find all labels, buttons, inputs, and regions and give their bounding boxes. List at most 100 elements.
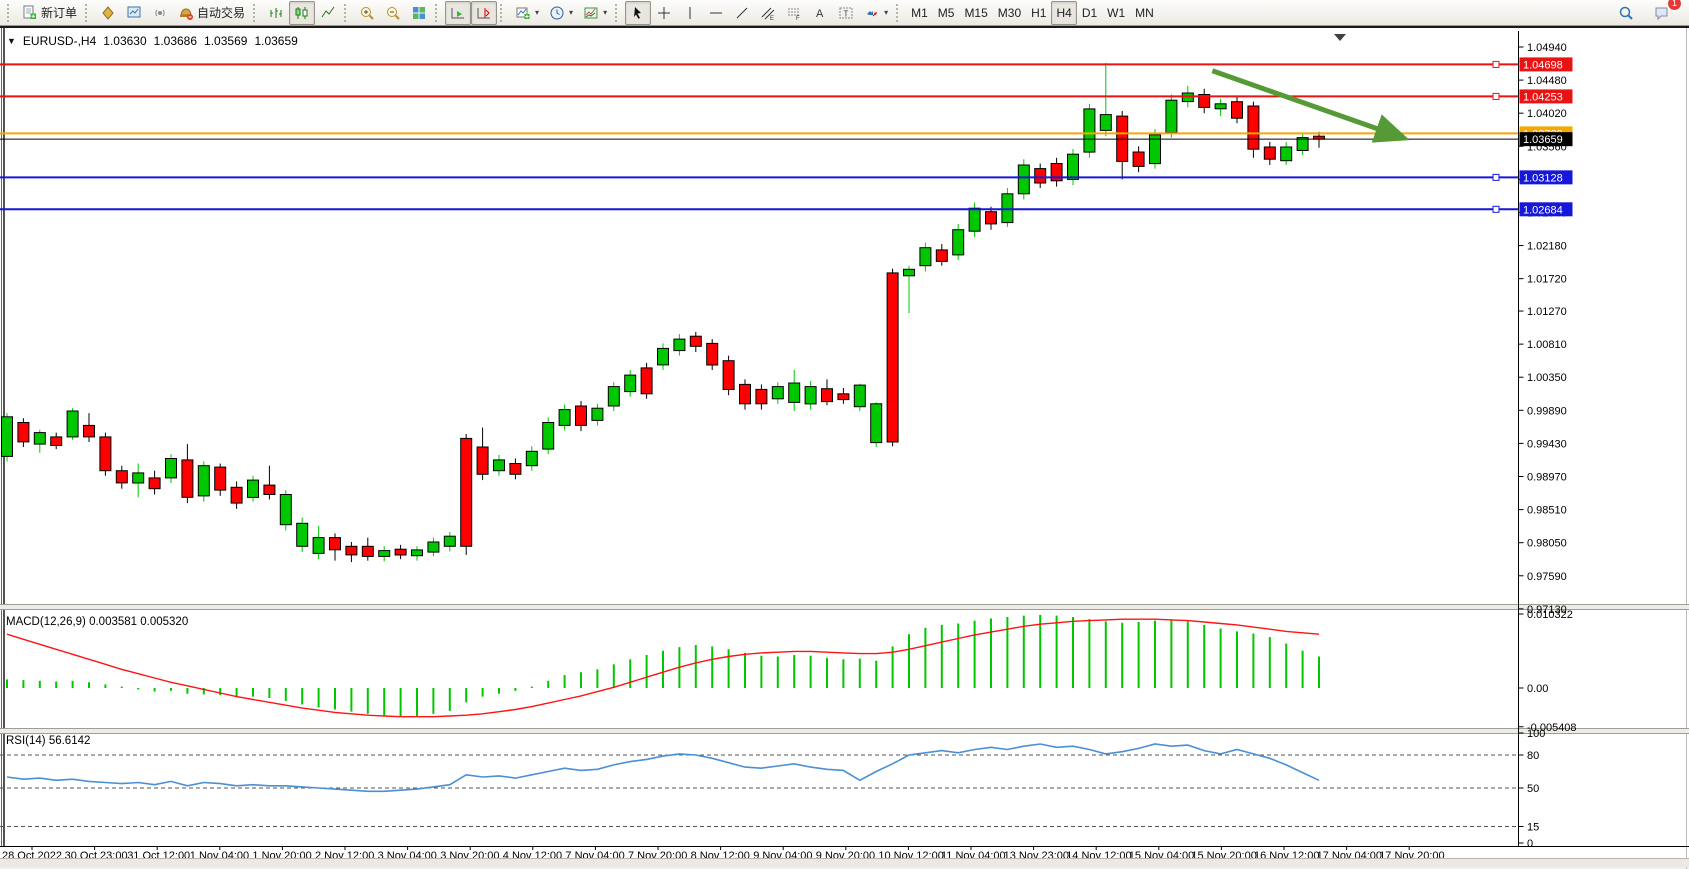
text-label-icon: T	[838, 5, 854, 21]
levels-layer[interactable]	[0, 61, 1519, 212]
level-marker[interactable]	[1493, 61, 1499, 67]
candles-layer	[2, 63, 1325, 562]
chart-candles-icon	[294, 5, 310, 21]
tf-d1-button[interactable]: D1	[1077, 1, 1102, 25]
tf-m5-button[interactable]: M5	[933, 1, 960, 25]
toolbar-grip	[435, 4, 442, 22]
rsi-tick-label: 0	[1527, 838, 1533, 850]
tf-h1-button[interactable]: H1	[1026, 1, 1051, 25]
periods-clock-icon	[549, 5, 565, 21]
candle	[559, 410, 570, 426]
macd-tick-label: 0.010322	[1527, 609, 1573, 621]
candlestick-chart-button[interactable]	[289, 1, 315, 25]
level-marker[interactable]	[1493, 174, 1499, 180]
horizontal-line-button[interactable]	[703, 1, 729, 25]
candle	[1215, 104, 1226, 109]
zoom-out-button[interactable]	[380, 1, 406, 25]
tf-d1-label: D1	[1082, 6, 1097, 20]
signals-button[interactable]	[147, 1, 173, 25]
tf-m15-button[interactable]: M15	[959, 1, 992, 25]
channel-icon: E	[760, 5, 776, 21]
bars-chart-button[interactable]	[263, 1, 289, 25]
candle	[461, 438, 472, 546]
search-button[interactable]	[1613, 1, 1639, 25]
text-button[interactable]: A	[807, 1, 833, 25]
auto-scroll-button[interactable]	[445, 1, 471, 25]
text-label-button[interactable]: T	[833, 1, 859, 25]
autotrading-button[interactable]: 自动交易	[173, 1, 250, 25]
candle	[592, 408, 603, 420]
trendline-icon	[734, 5, 750, 21]
candle	[1264, 147, 1275, 159]
signal-icon	[152, 5, 168, 21]
tf-m1-button[interactable]: M1	[906, 1, 933, 25]
candle	[477, 447, 488, 474]
price-axis[interactable]: 1.049401.044801.040201.035601.031001.026…	[1519, 31, 1577, 850]
zoom-out-icon	[385, 5, 401, 21]
trendline-button[interactable]	[729, 1, 755, 25]
candle	[280, 495, 291, 525]
zoom-in-button[interactable]	[354, 1, 380, 25]
search-icon	[1618, 5, 1634, 21]
price-tick-label: 0.97590	[1527, 571, 1567, 583]
new-chart-dropdown-arrow[interactable]: ▾	[535, 8, 539, 17]
fibonacci-icon: F	[786, 5, 802, 21]
candle	[936, 250, 947, 262]
line-chart-button[interactable]	[315, 1, 341, 25]
tf-mn-button[interactable]: MN	[1130, 1, 1159, 25]
candle	[543, 423, 554, 450]
tf-m15-label: M15	[964, 6, 987, 20]
tf-mn-label: MN	[1135, 6, 1154, 20]
metaeditor-button[interactable]	[95, 1, 121, 25]
new-order-button[interactable]: 新订单	[17, 1, 82, 25]
tile-windows-button[interactable]	[406, 1, 432, 25]
candle	[1018, 165, 1029, 194]
candle	[231, 487, 242, 503]
vertical-line-button[interactable]	[677, 1, 703, 25]
price-tick-label: 1.04940	[1527, 42, 1567, 54]
rsi-tick-label: 100	[1527, 728, 1545, 740]
chart-canvas[interactable]: 1.049401.044801.040201.035601.031001.026…	[0, 28, 1689, 869]
chart-symbol-period: EURUSD-,H4	[23, 34, 96, 48]
candle	[444, 536, 455, 546]
candle	[658, 348, 669, 365]
notification-badge[interactable]: 1	[1667, 0, 1682, 11]
new-chart-button[interactable]: ▾	[510, 1, 544, 25]
autotrading-label: 自动交易	[197, 4, 245, 21]
arrows-button[interactable]: ▾	[859, 1, 893, 25]
arrows-dropdown-arrow[interactable]: ▾	[884, 8, 888, 17]
equidistant-channel-button[interactable]: E	[755, 1, 781, 25]
chart-shift-marker[interactable]	[1334, 34, 1346, 41]
rsi-pane	[0, 744, 1519, 827]
tf-w1-button[interactable]: W1	[1102, 1, 1130, 25]
level-marker[interactable]	[1493, 206, 1499, 212]
templates-button[interactable]: ▾	[578, 1, 612, 25]
candle	[920, 248, 931, 266]
chart-shift-button[interactable]	[471, 1, 497, 25]
price-tick-label: 1.00350	[1527, 372, 1567, 384]
candle	[1084, 109, 1095, 152]
level-marker[interactable]	[1493, 93, 1499, 99]
fibonacci-button[interactable]: F	[781, 1, 807, 25]
chart-window-tool-button[interactable]	[121, 1, 147, 25]
templates-dropdown-arrow[interactable]: ▾	[603, 8, 607, 17]
macd-pane	[7, 615, 1319, 717]
svg-text:T: T	[844, 9, 849, 18]
candle	[1002, 194, 1013, 223]
candle	[805, 387, 816, 404]
svg-text:F: F	[796, 16, 800, 21]
chart-window[interactable]: 1.049401.044801.040201.035601.031001.026…	[0, 26, 1689, 867]
price-tick-label: 1.00810	[1527, 339, 1567, 351]
cursor-button[interactable]	[625, 1, 651, 25]
tf-h4-button[interactable]: H4	[1051, 1, 1076, 25]
candle	[1035, 169, 1046, 183]
candle	[1232, 102, 1243, 119]
periods-button[interactable]: ▾	[544, 1, 578, 25]
collapse-indicator-icon[interactable]: ▼	[7, 36, 16, 46]
periods-dropdown-arrow[interactable]: ▾	[569, 8, 573, 17]
candle	[526, 451, 537, 465]
crosshair-button[interactable]	[651, 1, 677, 25]
rsi-line	[7, 744, 1319, 791]
tf-m30-button[interactable]: M30	[993, 1, 1026, 25]
candle	[510, 464, 521, 475]
